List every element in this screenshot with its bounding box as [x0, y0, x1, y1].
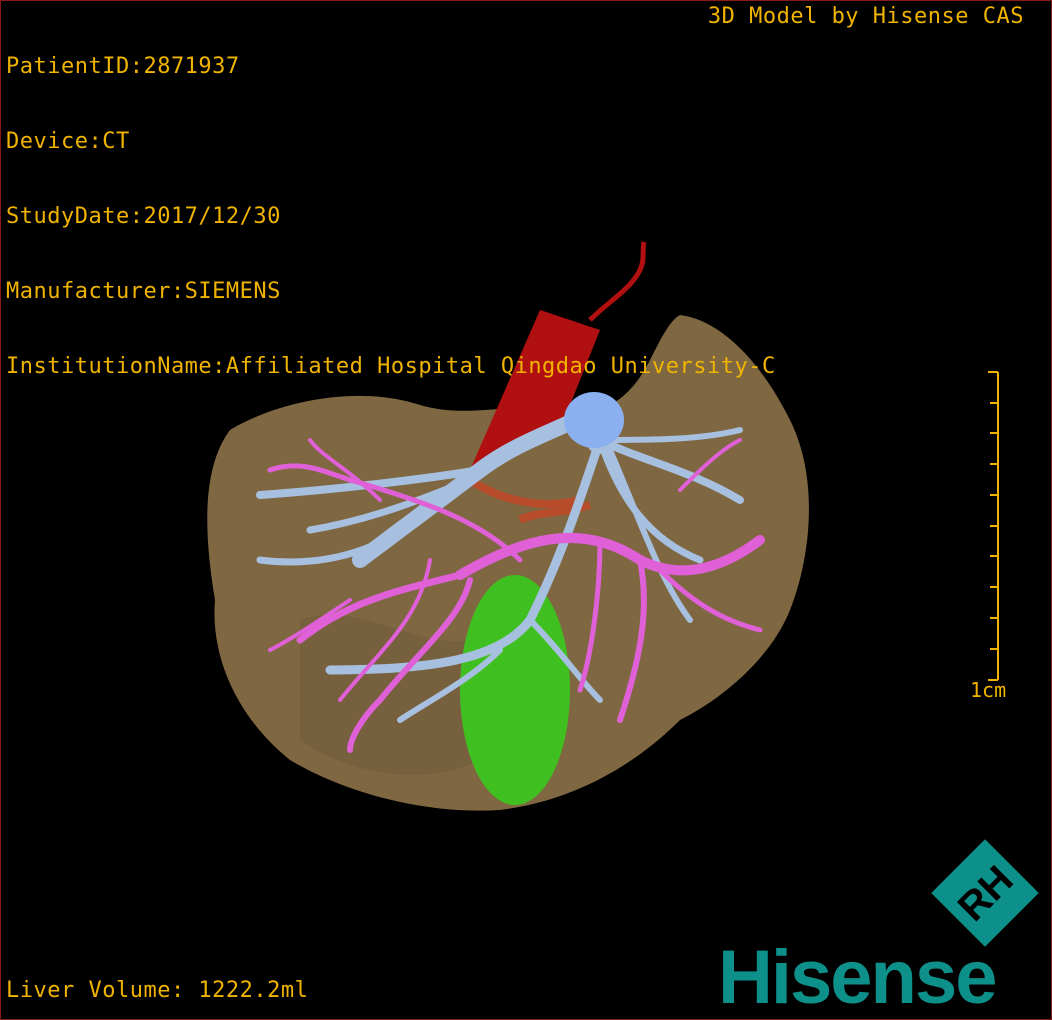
liver-volume-readout: Liver Volume: 1222.2ml: [6, 978, 309, 1003]
scale-bar: [988, 371, 999, 681]
scale-bar-label: 1cm: [970, 678, 1007, 702]
hisense-logo: Hisense: [718, 935, 997, 1020]
gallbladder: [460, 575, 570, 805]
patient-info-overlay: PatientID:2871937 Device:CT StudyDate:20…: [6, 4, 776, 404]
study-date: StudyDate:2017/12/30: [6, 204, 281, 229]
model-credit-label: 3D Model by Hisense CAS: [707, 4, 1024, 29]
manufacturer: Manufacturer:SIEMENS: [6, 279, 281, 304]
institution-name: InstitutionName:Affiliated Hospital Qing…: [6, 354, 776, 379]
hisense-rh-logo-icon: RH: [931, 839, 1039, 947]
device: Device:CT: [6, 129, 130, 154]
patient-id: PatientID:2871937: [6, 54, 240, 79]
